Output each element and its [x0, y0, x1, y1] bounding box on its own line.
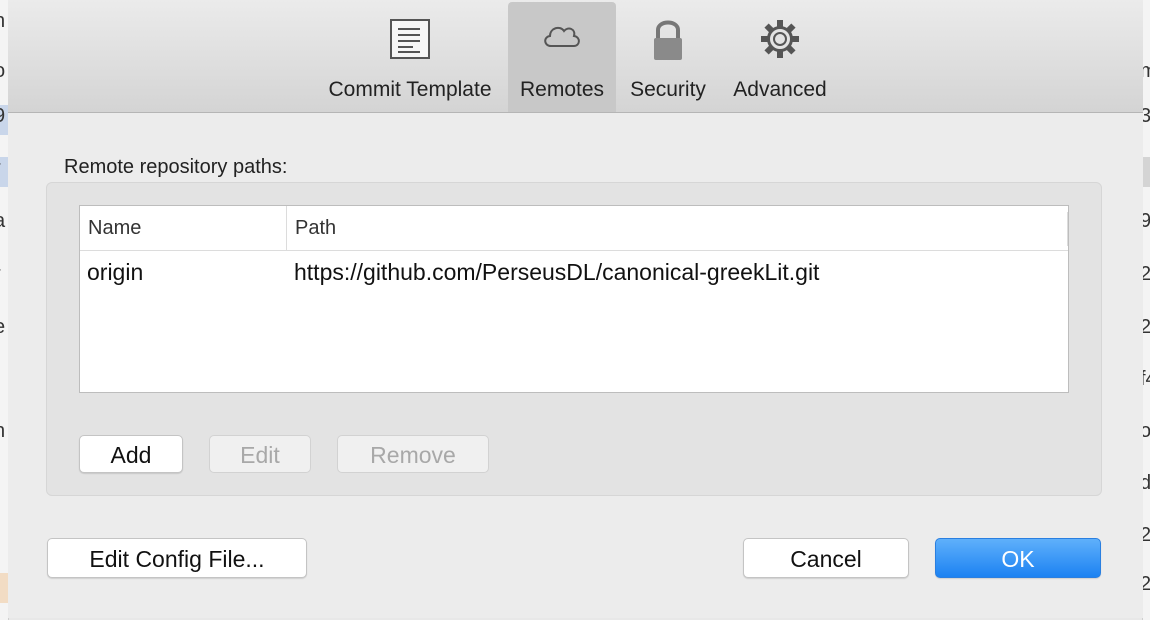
background-window-right-edge: m 3 9 2f 2 f4 o d 2 2 — [1142, 0, 1150, 620]
background-text: o — [1143, 420, 1150, 443]
background-text: f4 — [1143, 368, 1150, 391]
document-icon — [389, 18, 431, 66]
cloud-icon — [541, 18, 583, 58]
background-text: 9 — [0, 105, 5, 128]
background-text: 2f — [1143, 263, 1150, 286]
tab-advanced[interactable]: Advanced — [724, 2, 836, 112]
tab-label: Security — [630, 78, 706, 101]
column-header-path[interactable]: Path — [287, 206, 1065, 250]
tab-security[interactable]: Security — [618, 2, 718, 112]
ok-button[interactable]: OK — [935, 538, 1101, 578]
background-text: n — [0, 420, 5, 443]
remote-paths-label: Remote repository paths: — [64, 156, 288, 178]
tab-remotes[interactable]: Remotes — [508, 2, 616, 112]
background-text: 3 — [1143, 105, 1150, 128]
repository-settings-sheet: Commit Template Remotes Security Advance… — [8, 0, 1143, 618]
background-text: r — [0, 263, 1, 286]
table-header: Name Path — [80, 206, 1068, 251]
tab-label: Advanced — [733, 78, 827, 101]
background-text: 2 — [1143, 524, 1150, 547]
background-text: 2 — [1143, 573, 1150, 596]
background-text: 2 — [1143, 316, 1150, 339]
background-text: o — [0, 60, 5, 83]
background-text: h — [0, 10, 5, 33]
background-text: d — [1143, 472, 1150, 495]
preferences-toolbar: Commit Template Remotes Security Advance… — [8, 0, 1143, 113]
cancel-button[interactable]: Cancel — [743, 538, 909, 578]
table-row[interactable]: origin https://github.com/PerseusDL/cano… — [80, 252, 1068, 292]
remotes-group: Name Path origin https://github.com/Pers… — [46, 182, 1102, 496]
lock-icon — [650, 18, 686, 68]
background-text: a — [0, 210, 5, 233]
tab-label: Remotes — [519, 78, 605, 101]
background-text: e — [0, 316, 5, 339]
background-text: m — [1143, 60, 1150, 83]
remotes-table[interactable]: Name Path origin https://github.com/Pers… — [79, 205, 1069, 393]
tab-label: Commit Template — [328, 78, 492, 101]
remote-name-cell: origin — [87, 259, 144, 285]
tab-commit-template[interactable]: Commit Template — [310, 2, 510, 112]
header-divider — [1067, 212, 1068, 246]
background-text: 9 — [1143, 210, 1150, 233]
edit-button[interactable]: Edit — [209, 435, 311, 473]
edit-config-file-button[interactable]: Edit Config File... — [47, 538, 307, 578]
remove-button[interactable]: Remove — [337, 435, 489, 473]
gear-icon — [759, 18, 801, 66]
column-header-name[interactable]: Name — [80, 206, 287, 250]
add-button[interactable]: Add — [79, 435, 183, 473]
remote-path-cell: https://github.com/PerseusDL/canonical-g… — [294, 259, 820, 285]
background-text: r — [0, 157, 1, 180]
